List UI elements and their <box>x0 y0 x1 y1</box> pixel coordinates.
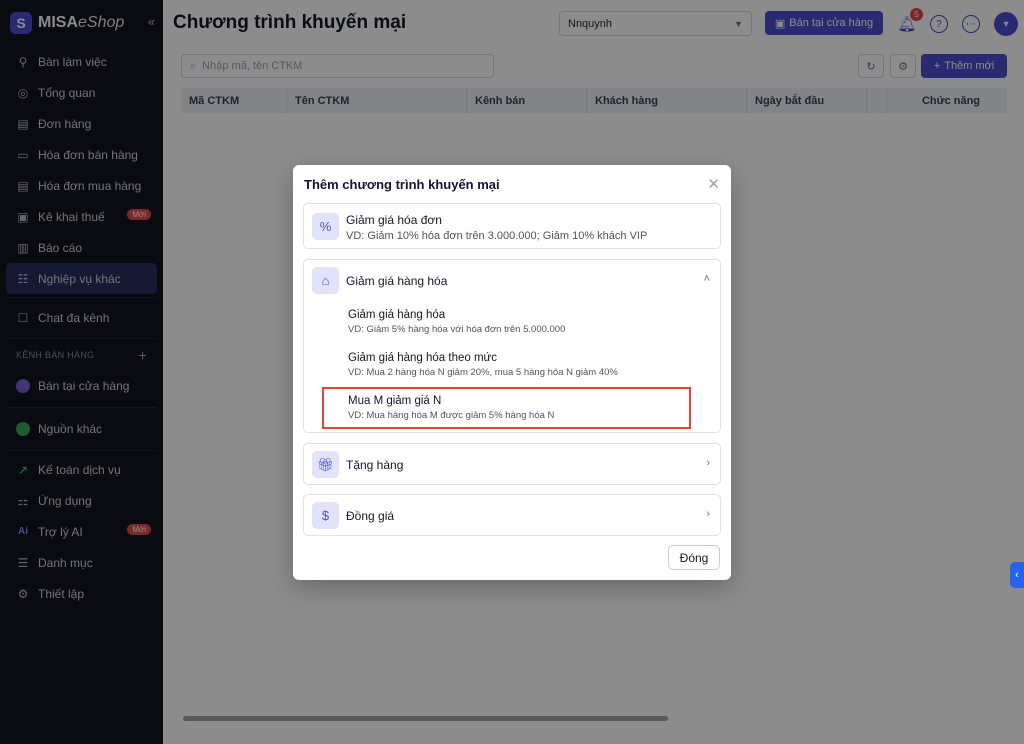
chevron-up-icon[interactable]: ˄ <box>704 273 710 285</box>
option-goods-discount-by-level[interactable]: Giảm giá hàng hóa theo mức VD: Mua 2 hàn… <box>348 352 618 378</box>
card-title: Tặng hàng <box>346 458 404 472</box>
chevron-right-icon: › <box>706 457 710 469</box>
discount-tag-icon: % <box>312 213 339 240</box>
goods-discount-card: ⌂ Giảm giá hàng hóa ˄ Giảm giá hàng hóa … <box>303 259 721 433</box>
option-title: Mua M giảm giá N <box>348 395 442 407</box>
dialog-title: Thêm chương trình khuyến mại <box>304 177 500 192</box>
card-title: Đồng giá <box>346 509 395 523</box>
add-promotion-dialog: Thêm chương trình khuyến mại ✕ % Giảm gi… <box>293 165 731 580</box>
option-desc: VD: Mua hàng hóa M được giảm 5% hàng hóa… <box>348 410 555 421</box>
option-desc: VD: Mua 2 hàng hóa N giảm 20%, mua 5 hàn… <box>348 367 618 378</box>
invoice-discount-card[interactable]: % Giảm giá hóa đơn VD: Giảm 10% hóa đơn … <box>303 203 721 249</box>
option-title: Giảm giá hàng hóa <box>348 309 446 321</box>
price-icon: $ <box>312 502 339 529</box>
tag-icon: ⌂ <box>312 267 339 294</box>
option-title: Giảm giá hàng hóa theo mức <box>348 352 497 364</box>
option-goods-discount[interactable]: Giảm giá hàng hóa VD: Giảm 5% hàng hóa v… <box>348 309 565 335</box>
chevron-left-icon: ‹ <box>1015 569 1019 581</box>
side-panel-toggle[interactable]: ‹ <box>1010 562 1024 588</box>
option-desc: VD: Giảm 5% hàng hóa với hóa đơn trên 5.… <box>348 324 566 335</box>
close-button[interactable]: Đóng <box>668 545 720 570</box>
card-title: Giảm giá hóa đơn <box>346 213 442 227</box>
gift-card[interactable]: 🎁︎ Tặng hàng › <box>303 443 721 485</box>
card-desc: VD: Giảm 10% hóa đơn trên 3.000.000; Giả… <box>346 230 648 242</box>
card-title[interactable]: Giảm giá hàng hóa <box>346 274 447 288</box>
gift-icon: 🎁︎ <box>312 451 339 478</box>
close-icon[interactable]: ✕ <box>707 175 720 193</box>
chevron-right-icon: › <box>706 508 710 520</box>
option-buy-m-discount-n[interactable]: Mua M giảm giá N VD: Mua hàng hóa M được… <box>348 395 554 421</box>
same-price-card[interactable]: $ Đồng giá › <box>303 494 721 536</box>
